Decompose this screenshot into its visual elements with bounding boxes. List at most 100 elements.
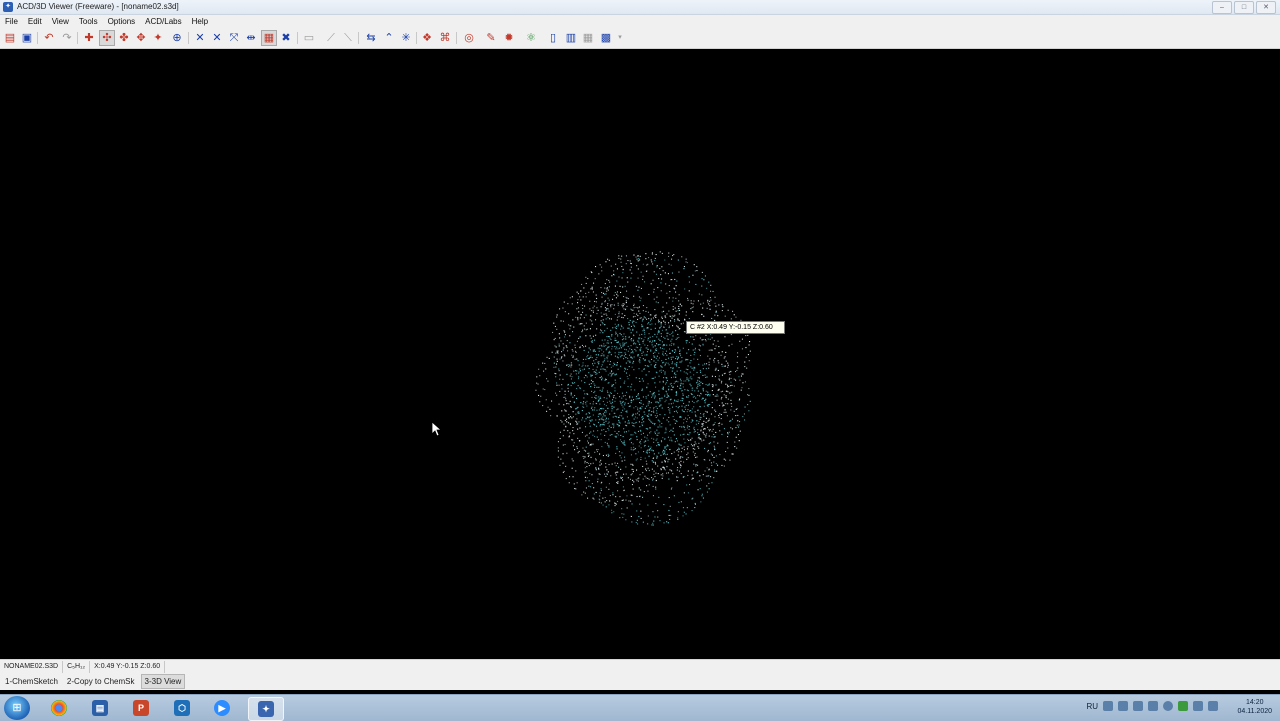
zoom-window-icon[interactable]: ⊕ [170, 31, 184, 45]
menu-help[interactable]: Help [187, 15, 213, 28]
measure-angle-icon[interactable]: ✕ [210, 31, 224, 45]
surface-dot [668, 403, 670, 405]
tab-3d-view[interactable]: 3-3D View [140, 674, 186, 689]
window-single-icon[interactable]: ▯ [546, 31, 560, 45]
surface-dot [625, 362, 627, 364]
surface-dot [608, 352, 610, 354]
tray-icon-3[interactable] [1133, 701, 1143, 711]
window-tile-icon[interactable]: ▩ [599, 31, 613, 45]
surface-dot [697, 429, 699, 431]
surface-dot [575, 316, 577, 318]
surface-dot [593, 282, 595, 284]
select-icon[interactable]: ✚ [82, 31, 96, 45]
network-icon[interactable] [1193, 701, 1203, 711]
measure-torsion-icon[interactable]: ⤧ [227, 31, 241, 45]
surface-dot [612, 327, 614, 329]
window-split-icon[interactable]: ▥ [564, 31, 578, 45]
surface-dot [556, 415, 558, 417]
rotate-z-icon[interactable]: ✤ [117, 31, 131, 45]
app-icon[interactable]: ✦ [3, 2, 13, 12]
taskbar-3d-viewer[interactable]: ✦ [248, 697, 284, 721]
menu-edit[interactable]: Edit [23, 15, 47, 28]
maximize-button[interactable]: □ [1234, 1, 1254, 14]
zoom-icon[interactable]: ✦ [151, 31, 165, 45]
language-indicator[interactable]: RU [1086, 702, 1098, 711]
surface-dot [592, 368, 594, 370]
surface-dot [588, 368, 590, 370]
taskbar-chemsketch[interactable]: ⬡ [165, 697, 199, 719]
color-icon[interactable]: ❖ [420, 31, 434, 45]
close-button[interactable]: ✕ [1256, 1, 1276, 14]
surface-dot [616, 362, 618, 364]
move-icon[interactable]: ✥ [134, 31, 148, 45]
open-icon[interactable]: ▤ [3, 31, 17, 45]
surface-dot [609, 434, 611, 436]
tray-icon-5[interactable] [1163, 701, 1173, 711]
surface-dot [577, 317, 579, 319]
surface-dot [666, 466, 668, 468]
tray-icon-4[interactable] [1148, 701, 1158, 711]
tray-icon-2[interactable] [1118, 701, 1128, 711]
taskbar-powerpoint[interactable]: P [124, 697, 158, 719]
clock[interactable]: 14:20 04.11.2020 [1237, 698, 1272, 716]
taskbar-chrome[interactable] [42, 697, 76, 719]
tray-icon-1[interactable] [1103, 701, 1113, 711]
pencil-icon[interactable]: ✎ [484, 31, 498, 45]
surface-dot [680, 434, 682, 436]
surface-dot [630, 352, 632, 354]
surface-dot [556, 358, 558, 360]
surface-dot [685, 368, 687, 370]
menu-options[interactable]: Options [103, 15, 141, 28]
measure-distance-icon[interactable]: ✕ [193, 31, 207, 45]
acd-icon[interactable]: ◎ [462, 31, 476, 45]
disabled-edit-icon[interactable]: ⟍ [341, 31, 355, 45]
surface-dot [668, 252, 670, 254]
dots-display-icon[interactable]: ▦ [261, 30, 277, 46]
fit-icon[interactable]: ⇹ [244, 31, 258, 45]
surface-dot [563, 330, 565, 332]
tab-chemsketch[interactable]: 1-ChemSketch [2, 675, 61, 688]
surface-dot [593, 360, 595, 362]
surface-dot [569, 375, 571, 377]
tab-copy-to-chemsketch[interactable]: 2-Copy to ChemSk [64, 675, 138, 688]
surface-dot [688, 276, 690, 278]
star-tool-icon[interactable]: ✳ [399, 31, 413, 45]
menu-file[interactable]: File [0, 15, 23, 28]
taskbar-explorer[interactable]: ▤ [83, 697, 117, 719]
surface-dot [680, 361, 682, 363]
flip-icon[interactable]: ⇆ [364, 31, 378, 45]
surface-dot [669, 352, 671, 354]
start-button[interactable]: ⊞ [4, 696, 30, 720]
undo-icon[interactable]: ↶ [42, 31, 56, 45]
save-icon[interactable]: ▣ [20, 31, 34, 45]
tray-icon-6[interactable] [1178, 701, 1188, 711]
surface-dot [613, 425, 615, 427]
wireframe-icon[interactable]: ✖ [279, 31, 293, 45]
disabled-tool-icon[interactable]: ▭ [302, 31, 316, 45]
minimize-button[interactable]: – [1212, 1, 1232, 14]
surface-dot [626, 507, 628, 509]
surface-dot [562, 320, 564, 322]
gear-icon[interactable]: ✹ [502, 31, 516, 45]
toolbar-overflow-icon[interactable]: ▾ [613, 31, 627, 45]
molecule-icon[interactable]: ⚛ [524, 31, 538, 45]
surface-dot [749, 350, 751, 352]
surface-dot [585, 418, 587, 420]
taskbar-zoom[interactable]: ▶ [205, 697, 239, 719]
labels-icon[interactable]: ⌘ [438, 31, 452, 45]
menu-tools[interactable]: Tools [74, 15, 103, 28]
surface-dot [614, 285, 616, 287]
3d-viewport[interactable] [0, 49, 1280, 659]
window-grid-icon[interactable]: ▦ [581, 31, 595, 45]
rotate-icon[interactable]: ✣ [99, 30, 115, 46]
redo-icon[interactable]: ↷ [60, 31, 74, 45]
menu-acdlabs[interactable]: ACD/Labs [140, 15, 186, 28]
angle-tool-icon[interactable]: ⌃ [382, 31, 396, 45]
surface-dot [665, 382, 667, 384]
surface-dot [671, 429, 673, 431]
surface-dot [604, 369, 606, 371]
menu-view[interactable]: View [47, 15, 74, 28]
volume-icon[interactable] [1208, 701, 1218, 711]
surface-dot [721, 365, 723, 367]
disabled-bond-icon[interactable]: ⟋ [324, 31, 338, 45]
